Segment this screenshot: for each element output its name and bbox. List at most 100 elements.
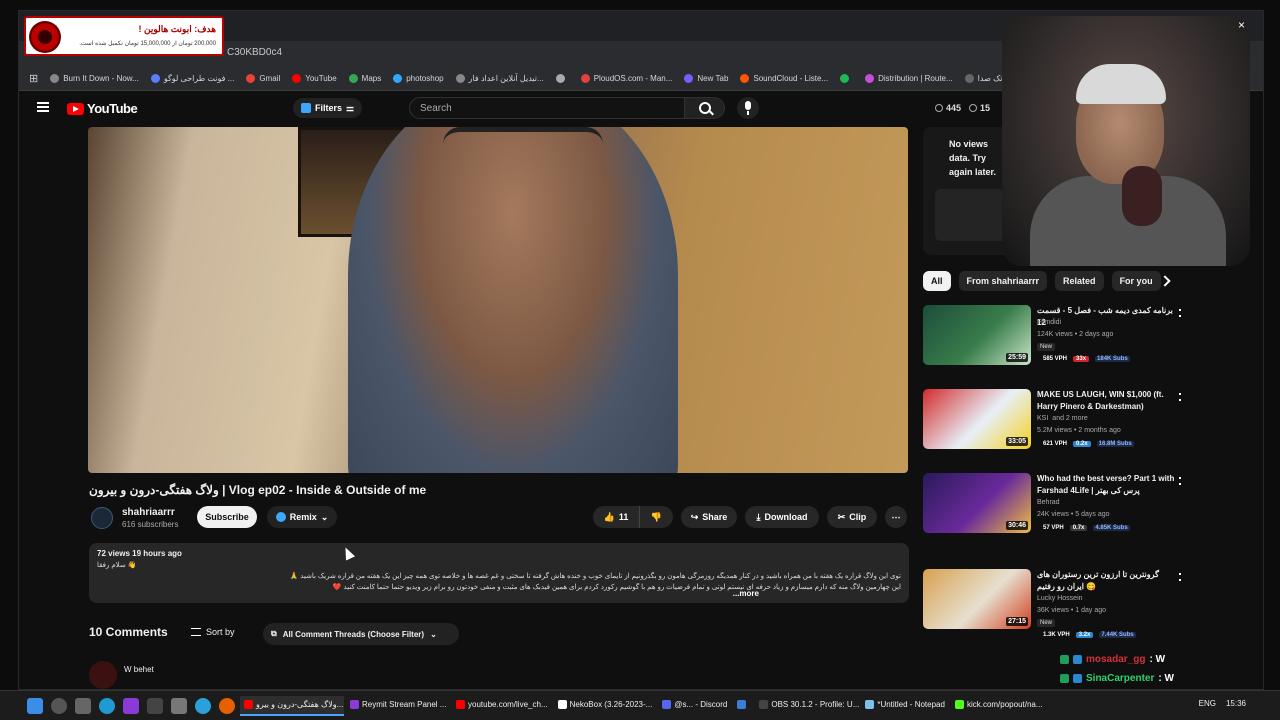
chip-all[interactable]: All xyxy=(923,271,951,291)
recommended-channel[interactable]: Lucky Hossein xyxy=(1037,595,1083,602)
chat-text: : W xyxy=(1149,654,1166,665)
more-vert-icon[interactable] xyxy=(1179,393,1181,401)
taskbar-window[interactable]: NekoBox (3.26-2023-... xyxy=(554,696,657,716)
language-indicator[interactable]: ENG xyxy=(1199,699,1216,708)
video-duration: 30:46 xyxy=(1006,521,1028,530)
taskbar-window[interactable] xyxy=(733,696,753,716)
bookmark-item[interactable]: YouTube xyxy=(292,74,337,83)
download-label: Download xyxy=(764,512,808,522)
apps-grid-icon[interactable]: ⊞ xyxy=(29,72,38,85)
app-icon xyxy=(865,700,875,709)
taskbar-window[interactable]: kick.com/popout/na... xyxy=(951,696,1047,716)
hamburger-menu-icon[interactable] xyxy=(37,102,49,112)
video-stats-row: 57 VPH 0.7x 4.85K Subs xyxy=(1043,525,1130,531)
taskbar-window[interactable]: youtube.com/live_ch... xyxy=(452,696,552,716)
video-thumbnail[interactable]: 30:46 xyxy=(923,473,1031,533)
taskbar-window[interactable]: Reymit Stream Panel ... xyxy=(346,696,450,716)
bookmark-item[interactable]: PloudOS.com - Man... xyxy=(580,74,672,83)
bookmark-item[interactable]: photoshop xyxy=(393,74,444,83)
reymit-icon[interactable] xyxy=(123,697,139,714)
filters-button[interactable]: Filters ⚌ xyxy=(293,98,363,118)
chip-from-shahriaarrr[interactable]: From shahriaarrr xyxy=(958,271,1048,291)
recommended-video-title[interactable]: MAKE US LAUGH, WIN $1,000 (ft. Harry Pin… xyxy=(1037,389,1177,413)
bookmark-item[interactable]: SoundCloud - Liste... xyxy=(740,74,828,83)
url-text[interactable]: C30KBD0c4 xyxy=(227,47,282,58)
recommended-channel[interactable]: Behrad xyxy=(1037,499,1060,506)
clock-time[interactable]: 15:36 xyxy=(1226,699,1246,708)
recommended-channel-name[interactable]: KSI xyxy=(1037,415,1048,422)
bookmark-favicon-icon xyxy=(580,74,590,83)
taskbar-window[interactable]: OBS 30.1.2 - Profile: U... xyxy=(755,696,859,716)
chat-username: mosadar_gg xyxy=(1086,654,1146,665)
bookmark-item[interactable]: Maps xyxy=(348,74,381,83)
recommended-video-title[interactable]: گرونترین تا ارزون ترین رستوران های ایران… xyxy=(1037,569,1177,593)
clip-button[interactable]: ✂ Clip xyxy=(827,506,877,528)
more-vert-icon[interactable] xyxy=(1179,309,1181,317)
recommended-channel[interactable]: Filmdidi xyxy=(1037,319,1061,326)
taskbar-window[interactable]: ولاگ هفتگی-درون و بیرو... xyxy=(240,695,344,716)
windows-start-icon[interactable] xyxy=(27,697,43,714)
recommended-video[interactable]: 25:59 برنامه کمدی دیمه شب - فصل 5 - قسمت … xyxy=(923,305,1183,369)
download-button[interactable]: ⤓ Download xyxy=(745,506,819,528)
recommended-channel-name[interactable]: Filmdidi xyxy=(1037,319,1061,326)
chip-related[interactable]: Related xyxy=(1055,271,1104,291)
youtube-logo[interactable]: YouTube xyxy=(67,101,138,116)
more-actions-button[interactable]: ⋯ xyxy=(885,506,907,528)
channel-avatar[interactable] xyxy=(91,507,113,529)
bookmark-item[interactable]: Gmail xyxy=(246,74,280,83)
recommended-channel[interactable]: KSI and 2 more xyxy=(1037,415,1088,422)
chat-message: SinaCarpenter: W xyxy=(1060,669,1174,688)
bookmark-item[interactable]: تبدیل آنلاین اعداد فار... xyxy=(455,74,544,83)
firefox-icon[interactable] xyxy=(219,697,235,714)
taskbar-window[interactable]: *Untitled - Notepad xyxy=(861,696,949,716)
description-box[interactable]: 72 views 19 hours ago سلام رفقا 👋 توی ای… xyxy=(89,543,909,603)
bookmark-item[interactable] xyxy=(840,74,853,83)
bookmark-item[interactable]: Distribution | Route... xyxy=(865,74,953,83)
recommended-video[interactable]: 33:05 MAKE US LAUGH, WIN $1,000 (ft. Harr… xyxy=(923,389,1183,453)
commenter-avatar[interactable] xyxy=(89,661,117,689)
remix-button[interactable]: Remix ⌄ xyxy=(267,506,337,528)
recommended-video-title[interactable]: Who had the best verse? Part 1 with Fars… xyxy=(1037,473,1177,497)
description-more-link[interactable]: ...more xyxy=(733,589,759,598)
edge-icon[interactable] xyxy=(99,697,115,714)
recommended-channel-name[interactable]: Lucky Hossein xyxy=(1037,595,1083,602)
calculator-icon[interactable] xyxy=(147,697,163,714)
recommended-video[interactable]: 30:46 Who had the best verse? Part 1 with… xyxy=(923,473,1183,537)
bookmark-label: تبدیل آنلاین اعداد فار... xyxy=(468,74,544,83)
video-thumbnail[interactable]: 27:15 xyxy=(923,569,1031,629)
chip-for-you[interactable]: For you xyxy=(1111,271,1161,291)
bookmark-item[interactable]: فونت طراحی لوگو ... xyxy=(150,74,234,83)
bookmark-item[interactable] xyxy=(555,74,569,83)
video-thumbnail[interactable]: 25:59 xyxy=(923,305,1031,365)
microphone-icon[interactable] xyxy=(737,97,759,119)
search-input[interactable]: Search xyxy=(409,97,685,119)
bookmark-item[interactable]: Burn It Down - Now... xyxy=(50,74,139,83)
video-thumbnail[interactable]: 33:05 xyxy=(923,389,1031,449)
chevron-right-icon[interactable] xyxy=(1159,275,1171,287)
like-button[interactable]: 👍 11 xyxy=(593,506,639,528)
more-vert-icon[interactable] xyxy=(1179,573,1181,581)
more-vert-icon[interactable] xyxy=(1179,477,1181,485)
sort-by-button[interactable]: Sort by xyxy=(191,627,235,637)
taskbar-window[interactable]: @s... - Discord xyxy=(658,696,731,716)
bookmark-item[interactable]: New Tab xyxy=(684,74,728,83)
channel-name[interactable]: shahriaarrr xyxy=(122,507,175,518)
share-button[interactable]: ↪ Share xyxy=(681,506,737,528)
dislike-button[interactable]: 👎 xyxy=(639,506,673,528)
multiplier-stat: 0.7x xyxy=(1069,525,1088,531)
recommended-video[interactable]: 27:15 گرونترین تا ارزون ترین رستوران های … xyxy=(923,569,1183,638)
close-icon[interactable]: × xyxy=(1238,18,1245,32)
comment-threads-filter[interactable]: ⧉ All Comment Threads (Choose Filter) ⌄ xyxy=(263,623,459,645)
telegram-icon[interactable] xyxy=(195,697,211,714)
search-icon[interactable] xyxy=(51,697,67,714)
task-view-icon[interactable] xyxy=(75,697,91,714)
search-icon[interactable] xyxy=(685,97,725,119)
mail-icon[interactable] xyxy=(171,697,187,714)
subscribe-button[interactable]: Subscribe xyxy=(197,506,257,528)
video-player[interactable] xyxy=(88,127,908,473)
windows-taskbar: ولاگ هفتگی-درون و بیرو... Reymit Stream P… xyxy=(0,690,1280,720)
recommended-channel-name[interactable]: Behrad xyxy=(1037,499,1060,506)
commenter-name[interactable]: W behet xyxy=(124,665,154,674)
webcam-person-cap xyxy=(1076,64,1166,104)
video-stats-row: 621 VPH 0.2x 16.8M Subs xyxy=(1043,441,1134,447)
